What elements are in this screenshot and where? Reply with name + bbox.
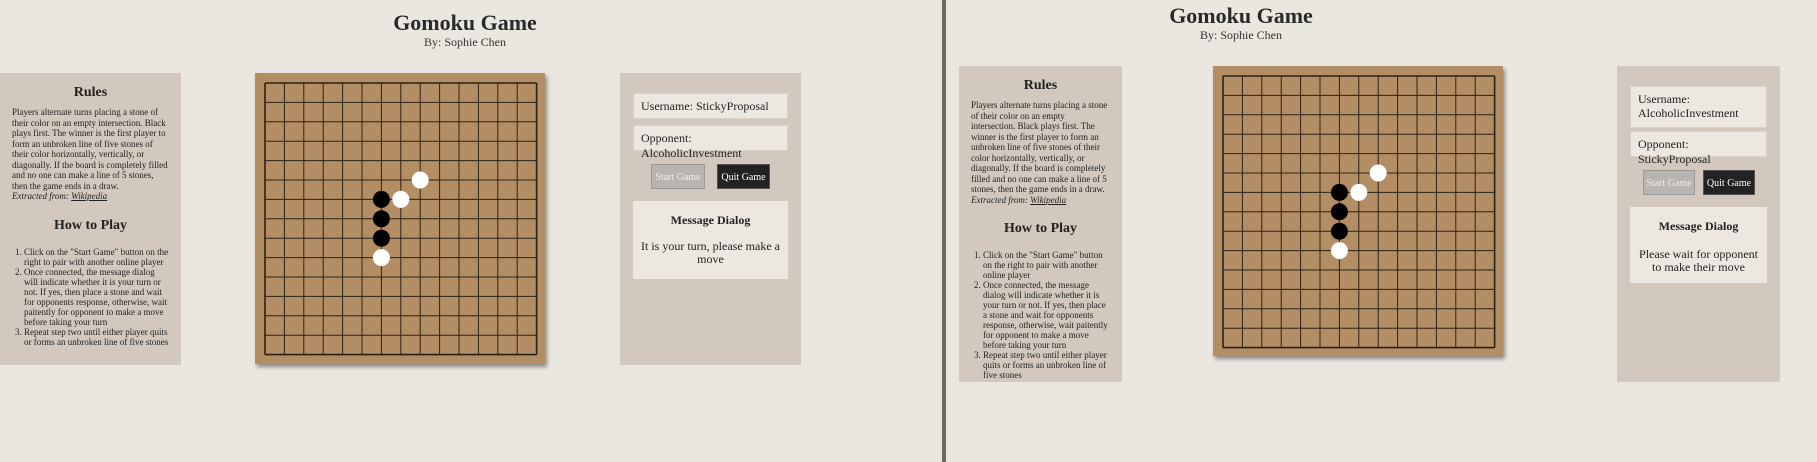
author-byline: By: Sophie Chen [1199,28,1282,42]
opponent-field: Opponent: StickyProposal [1630,131,1767,166]
board-grid[interactable] [1213,66,1503,356]
game-window-left: Gomoku Game By: Sophie Chen Rules Player… [0,0,942,462]
game-window-right: Gomoku Game By: Sophie Chen Rules Player… [946,0,1817,462]
rules-panel: Rules Players alternate turns placing a … [0,73,181,365]
game-board[interactable] [255,73,545,364]
opponent-field: Opponent: AlcoholicInvestment [633,125,788,160]
white-stone [372,249,390,267]
source-label: Extracted from: [12,191,69,201]
dialog-message: Please wait for opponent to make their m… [1639,247,1758,274]
page-title: Gomoku Game [393,10,537,35]
board-grid[interactable] [255,73,545,364]
white-stone [411,171,429,189]
start-game-button[interactable]: Start Game [1643,170,1695,195]
player-panel: Username: AlcoholicInvestment Opponent: … [1617,66,1780,382]
rules-source: Extracted from: Wikipedia [971,195,1110,206]
username-field: Username: AlcoholicInvestment [1630,86,1767,128]
rules-source: Extracted from: Wikipedia [12,191,169,202]
howto-step: Once connected, the message dialog will … [24,267,169,327]
wikipedia-link[interactable]: Wikipedia [1030,195,1066,205]
howto-step: Click on the "Start Game" button on the … [24,247,169,267]
rules-panel: Rules Players alternate turns placing a … [959,66,1122,382]
page-title: Gomoku Game [1169,3,1313,28]
howto-step: Repeat step two until either player quit… [983,350,1110,380]
message-dialog: Message Dialog Please wait for opponent … [1630,207,1767,283]
howto-step: Repeat step two until either player quit… [24,327,169,347]
black-stone [1330,183,1348,201]
black-stone [372,229,390,247]
rules-heading: Rules [1023,78,1058,93]
message-dialog: Message Dialog It is your turn, please m… [633,201,788,279]
howto-step: Once connected, the message dialog will … [983,280,1110,350]
howto-steps: Click on the "Start Game" button on the … [971,250,1110,380]
howto-steps: Click on the "Start Game" button on the … [12,247,169,347]
howto-step: Click on the "Start Game" button on the … [983,250,1110,280]
black-stone [1330,203,1348,221]
white-stone [1369,164,1387,182]
game-board[interactable] [1213,66,1503,356]
white-stone [392,190,410,208]
quit-game-button[interactable]: Quit Game [717,164,770,189]
howto-heading: How to Play [53,217,128,233]
black-stone [1330,222,1348,240]
start-game-button[interactable]: Start Game [651,164,705,189]
dialog-heading: Message Dialog [670,213,751,227]
howto-heading: How to Play [1003,221,1078,236]
player-panel: Username: StickyProposal Opponent: Alcoh… [620,73,801,365]
quit-game-button[interactable]: Quit Game [1703,170,1755,195]
black-stone [372,190,390,208]
wikipedia-link[interactable]: Wikipedia [71,191,107,201]
username-field: Username: StickyProposal [633,93,788,119]
white-stone [1330,242,1348,260]
source-label: Extracted from: [971,194,1028,205]
rules-heading: Rules [73,85,108,100]
author-byline: By: Sophie Chen [423,35,506,49]
rules-text: Players alternate turns placing a stone … [971,100,1108,194]
dialog-heading: Message Dialog [1658,219,1739,233]
black-stone [372,210,390,228]
rules-text: Players alternate turns placing a stone … [12,107,168,191]
dialog-message: It is your turn, please make a move [641,239,780,266]
white-stone [1350,183,1368,201]
